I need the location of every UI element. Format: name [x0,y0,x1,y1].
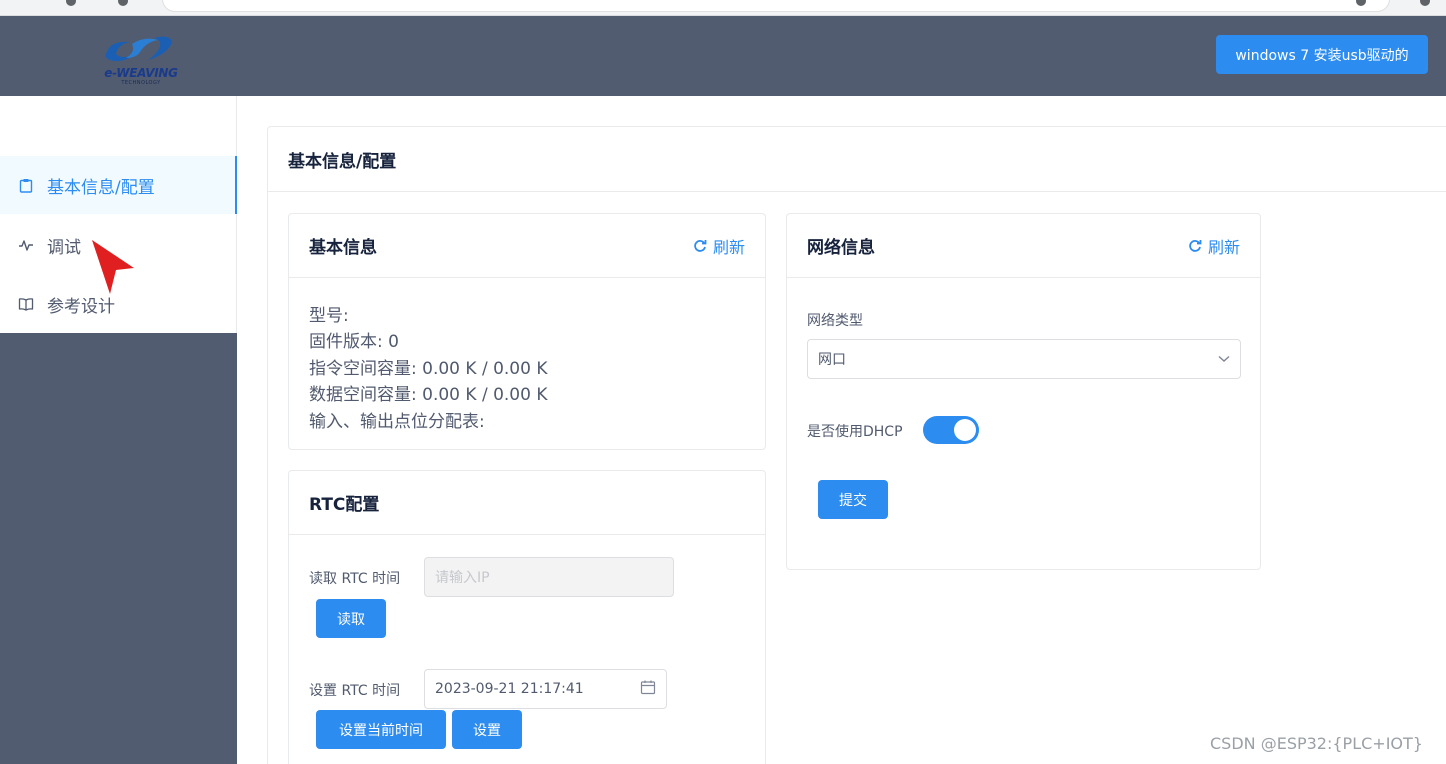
info-instruction-space: 指令空间容量: 0.00 K / 0.00 K [309,359,548,379]
rtc-datetime-picker[interactable]: 2023-09-21 21:17:41 [424,669,667,709]
card-title: RTC配置 [309,495,380,515]
divider [289,534,765,535]
logo-swoosh-icon [105,36,172,62]
rtc-card: RTC配置 读取 RTC 时间 请输入IP 读取 设置 RTC 时间 2023-… [288,470,766,764]
divider [289,277,765,278]
sidebar-item-label: 调试 [47,237,81,258]
address-bar[interactable] [162,0,1390,12]
basic-info-refresh-button[interactable]: 刷新 [693,234,745,258]
basic-info-card: 基本信息 刷新 型号: 固件版本: 0 指令空间容量: 0.00 K / 0.0… [288,213,766,450]
sidebar-item-label: 基本信息/配置 [47,177,155,198]
network-type-select[interactable]: 网口 [807,339,1241,379]
logo: e-WEAVING TECHNOLOGY [96,34,186,90]
dhcp-switch[interactable] [923,416,979,444]
info-firmware: 固件版本: 0 [309,332,399,352]
rtc-datetime-value: 2023-09-21 21:17:41 [435,681,584,697]
network-type-label: 网络类型 [807,313,863,329]
dhcp-label: 是否使用DHCP [807,424,903,440]
cursor-arrow-icon [92,240,134,294]
clipboard-icon [18,177,34,193]
rtc-read-label: 读取 RTC 时间 [309,571,401,587]
rtc-set-now-button[interactable]: 设置当前时间 [316,710,446,749]
calendar-icon[interactable] [640,679,656,699]
sidebar-item-basic-info[interactable]: 基本信息/配置 [0,156,237,214]
rtc-set-label: 设置 RTC 时间 [309,683,401,699]
browser-toolbar [0,0,1446,16]
rtc-read-input[interactable]: 请输入IP [424,557,674,597]
logo-subtext: TECHNOLOGY [121,80,161,86]
card-title: 网络信息 [807,238,875,258]
refresh-label: 刷新 [712,238,745,257]
network-refresh-button[interactable]: 刷新 [1188,234,1240,258]
refresh-label: 刷新 [1207,238,1240,257]
chevron-down-icon [1218,351,1230,367]
info-model: 型号: [309,306,349,326]
usb-driver-button[interactable]: windows 7 安装usb驱动的 [1216,35,1428,74]
network-card: 网络信息 刷新 网络类型 网口 是否使用DHCP 提交 [786,213,1261,570]
card-title: 基本信息 [309,238,377,258]
logo-text: e-WEAVING [104,66,178,80]
refresh-icon [693,239,707,253]
divider [268,191,1446,192]
app-header: e-WEAVING TECHNOLOGY windows 7 安装usb驱动的 [0,16,1446,96]
page-title: 基本信息/配置 [288,152,397,172]
info-data-space: 数据空间容量: 0.00 K / 0.00 K [309,385,548,405]
menu-icon[interactable] [1420,0,1430,6]
info-io-table: 输入、输出点位分配表: [309,412,485,432]
pulse-icon [18,237,34,253]
book-icon [18,296,34,312]
reload-icon[interactable] [118,0,128,6]
main-panel: 基本信息/配置 基本信息 刷新 型号: 固件版本: 0 指令空间容量: 0.00… [267,126,1446,764]
refresh-icon [1188,239,1202,253]
watermark: CSDN @ESP32:{PLC+IOT} [1210,734,1423,753]
network-type-value: 网口 [818,352,846,368]
switch-knob [954,419,976,441]
back-icon[interactable] [66,0,76,6]
network-submit-button[interactable]: 提交 [818,480,888,519]
rtc-read-button[interactable]: 读取 [316,599,386,638]
rtc-set-button[interactable]: 设置 [452,710,522,749]
divider [787,277,1260,278]
